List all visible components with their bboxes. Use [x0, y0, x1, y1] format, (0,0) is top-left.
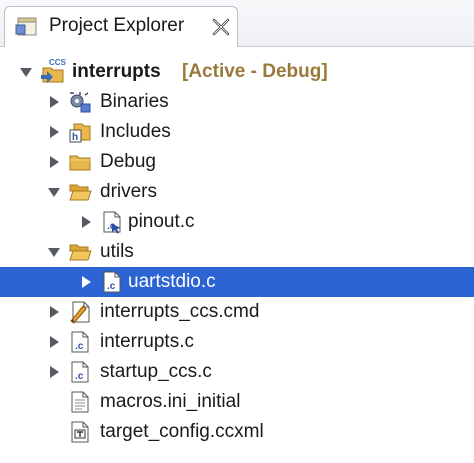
chevron-right-icon[interactable]: [46, 154, 62, 170]
tree-item-drivers[interactable]: drivers: [0, 177, 474, 207]
tree-item-label: macros.ini_initial: [100, 391, 241, 412]
chevron-right-icon[interactable]: [46, 364, 62, 380]
svg-text:h: h: [72, 132, 78, 143]
ccs-badge: CCS: [49, 58, 67, 67]
tree-item-startup-ccs-c[interactable]: .c startup_ccs.c: [0, 357, 474, 387]
chevron-right-icon[interactable]: [46, 334, 62, 350]
c-source-file-icon: .c: [71, 331, 89, 353]
svg-text:.c: .c: [75, 371, 84, 382]
tree-item-label: uartstdio.c: [128, 271, 216, 292]
tree-item-macros-ini-initial[interactable]: macros.ini_initial: [0, 387, 474, 417]
chevron-down-icon[interactable]: [18, 64, 34, 80]
chevron-down-icon[interactable]: [46, 244, 62, 260]
chevron-right-icon[interactable]: [46, 94, 62, 110]
tree-item-debug[interactable]: Debug: [0, 147, 474, 177]
includes-icon: h: [69, 123, 91, 143]
tree-item-includes[interactable]: h Includes: [0, 117, 474, 147]
tree-item-label: drivers: [100, 181, 158, 202]
project-decoration: [Active - Debug]: [182, 61, 328, 82]
tree-item-label: Binaries: [100, 91, 169, 112]
chevron-right-icon[interactable]: [78, 214, 94, 230]
binaries-icon: [70, 92, 91, 113]
project-explorer-view: Project Explorer CCS interrupts [Active …: [0, 0, 474, 463]
svg-text:.c: .c: [107, 281, 116, 292]
chevron-right-icon[interactable]: [78, 274, 94, 290]
tree-item-pinout-c[interactable]: .c pinout.c: [0, 207, 474, 237]
folder-icon: [69, 155, 91, 171]
close-icon[interactable]: [210, 16, 232, 38]
tree-item-binaries[interactable]: Binaries: [0, 87, 474, 117]
c-source-file-icon: .c: [71, 361, 89, 383]
chevron-right-icon[interactable]: [46, 304, 62, 320]
tree-item-label: utils: [100, 241, 134, 262]
tree-item-interrupts-ccs-cmd[interactable]: interrupts_ccs.cmd: [0, 297, 474, 327]
chevron-right-icon[interactable]: [46, 124, 62, 140]
c-source-file-icon: .c: [103, 211, 121, 234]
view-tab-bar: Project Explorer: [0, 0, 474, 47]
linker-cmd-file-icon: [70, 301, 90, 324]
project-name: interrupts: [72, 61, 161, 82]
view-title: Project Explorer: [49, 15, 185, 36]
svg-text:.c: .c: [75, 341, 84, 352]
target-config-file-icon: [71, 421, 89, 443]
tree-item-project[interactable]: CCS interrupts [Active - Debug]: [0, 57, 474, 87]
tree-item-label: startup_ccs.c: [100, 361, 212, 382]
project-explorer-icon: [15, 17, 37, 36]
tab-project-explorer[interactable]: Project Explorer: [4, 6, 238, 47]
chevron-down-icon[interactable]: [46, 184, 62, 200]
tree-item-label: Includes: [100, 121, 171, 142]
tree-item-utils[interactable]: utils: [0, 237, 474, 267]
tree-item-label: Debug: [100, 151, 156, 172]
tree-item-label: interrupts.c: [100, 331, 194, 352]
tree-item-label: pinout.c: [128, 211, 195, 232]
tree-item-uartstdio-c[interactable]: .c uartstdio.c: [0, 267, 474, 297]
tree-item-interrupts-c[interactable]: .c interrupts.c: [0, 327, 474, 357]
folder-open-icon: [69, 184, 92, 201]
ccs-project-icon: CCS: [41, 58, 67, 83]
folder-open-icon: [69, 244, 92, 261]
c-source-file-icon: .c: [103, 271, 121, 293]
tree-item-label: target_config.ccxml: [100, 421, 264, 442]
tree-item-label: interrupts_ccs.cmd: [100, 301, 260, 322]
text-file-icon: [71, 391, 89, 413]
tree-item-target-config-ccxml[interactable]: target_config.ccxml: [0, 417, 474, 447]
